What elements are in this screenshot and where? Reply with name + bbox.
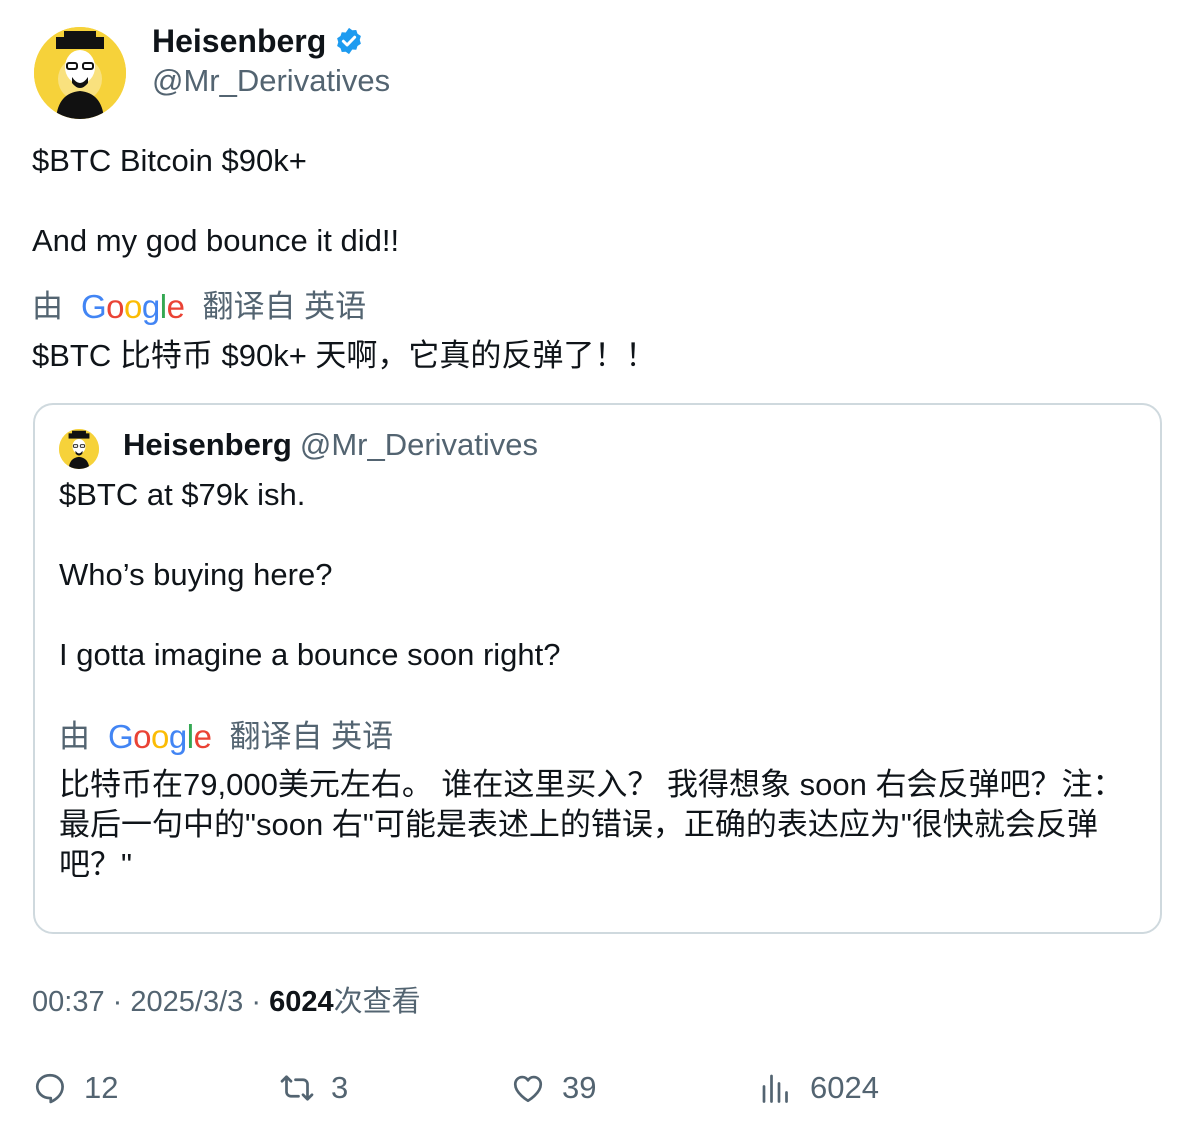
view-count: 6024: [269, 986, 334, 1018]
tweet-translation-text: $BTC 比特币 $90k+ 天啊，它真的反弹了！！: [32, 338, 657, 373]
tweet-time[interactable]: 00:37: [32, 986, 105, 1018]
view-count-label: 次查看: [333, 986, 421, 1018]
avatar-image: [34, 27, 126, 119]
google-logo: Google: [108, 718, 212, 755]
author-handle[interactable]: @Mr_Derivatives: [152, 63, 390, 99]
analytics-icon: [762, 1074, 788, 1103]
like-button[interactable]: 39: [510, 1068, 596, 1108]
author-avatar[interactable]: [34, 27, 126, 119]
tweet-date[interactable]: 2025/3/3: [130, 986, 243, 1018]
retweet-icon: [280, 1075, 314, 1101]
verified-badge-icon: [337, 27, 362, 55]
like-count: 39: [562, 1070, 597, 1105]
quoted-text-line-3: I gotta imagine a bounce soon right?: [59, 637, 561, 672]
retweet-count: 3: [331, 1070, 349, 1105]
reply-button[interactable]: 12: [32, 1068, 118, 1108]
reply-count: 12: [84, 1070, 119, 1105]
heart-icon: [513, 1075, 543, 1103]
retweet-button[interactable]: 3: [279, 1068, 348, 1108]
quoted-tweet-card[interactable]: Heisenberg @Mr_Derivatives $BTC at $79k i…: [33, 403, 1162, 934]
tweet-text-line-2: And my god bounce it did!!: [32, 223, 400, 258]
author-name-row[interactable]: Heisenberg: [152, 22, 364, 60]
google-logo: Google: [81, 288, 185, 325]
meta-separator: ·: [112, 986, 123, 1018]
views-button[interactable]: 6024: [758, 1068, 879, 1108]
quoted-translation-text: 比特币在79,000美元左右。 谁在这里买入？ 我得想象 soon 右会反弹吧？…: [59, 767, 1124, 882]
quoted-text-line-1: $BTC at $79k ish.: [59, 477, 306, 512]
views-action-count: 6024: [810, 1070, 879, 1105]
quoted-author-handle: @Mr_Derivatives: [299, 427, 539, 462]
quoted-text-line-2: Who’s buying here?: [59, 557, 333, 592]
quoted-author-name: Heisenberg: [123, 427, 292, 462]
quoted-author-avatar: [59, 429, 99, 469]
translation-suffix: 翻译自 英语: [229, 719, 394, 754]
author-name[interactable]: Heisenberg: [152, 22, 326, 60]
translation-prefix: 由: [59, 719, 90, 754]
tweet-meta: 00:37 · 2025/3/3 · 6024次查看: [32, 982, 421, 1022]
translation-prefix: 由: [32, 289, 63, 324]
meta-separator: ·: [251, 986, 261, 1018]
quoted-author-header: Heisenberg @Mr_Derivatives: [123, 425, 538, 465]
translation-attribution: 由 Google 翻译自 英语: [32, 287, 366, 327]
avatar-image: [59, 429, 99, 469]
quoted-translation-attribution: 由 Google 翻译自 英语: [59, 717, 393, 757]
tweet-text-line-1: $BTC Bitcoin $90k+: [32, 143, 307, 178]
translation-suffix: 翻译自 英语: [202, 289, 367, 324]
reply-icon: [35, 1073, 64, 1104]
